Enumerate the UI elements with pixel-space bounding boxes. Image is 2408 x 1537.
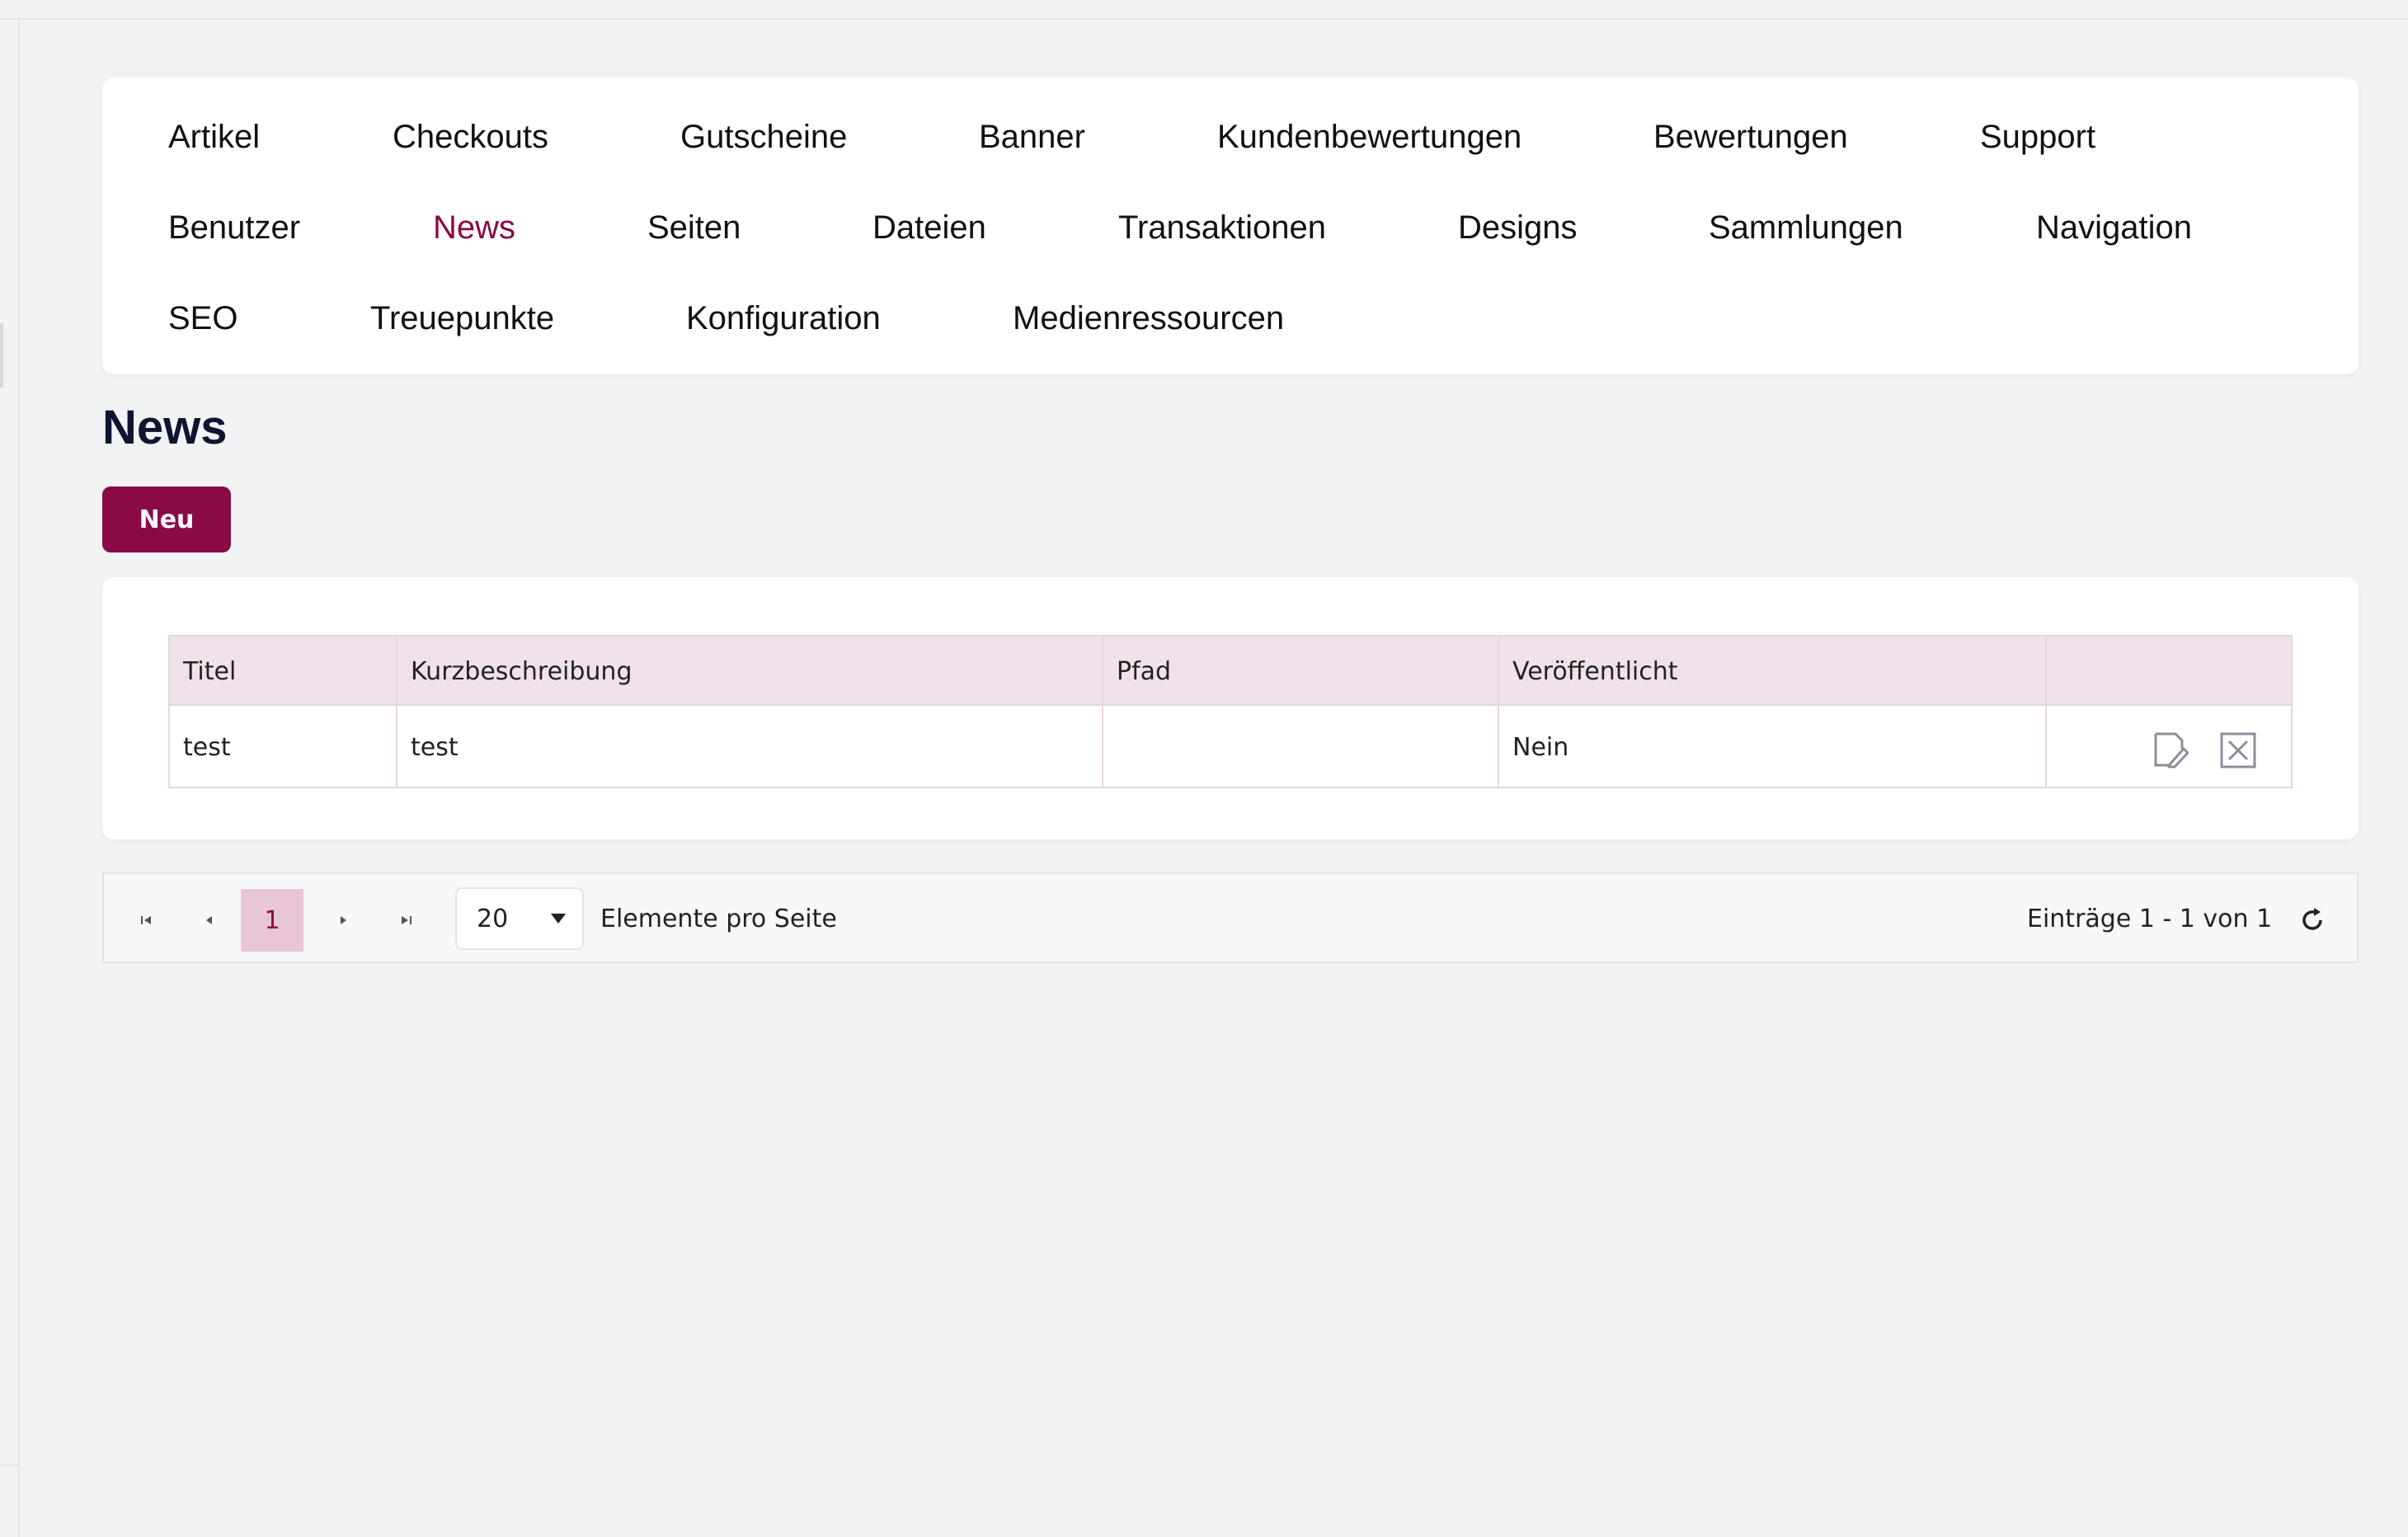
nav-item-news[interactable]: News	[433, 211, 515, 244]
new-news-button[interactable]: Neu	[102, 486, 231, 552]
nav-item-banner[interactable]: Banner	[979, 120, 1085, 153]
nav-item-transaktionen[interactable]: Transaktionen	[1118, 211, 1326, 244]
last-page-button[interactable]	[374, 889, 437, 952]
nav-item-seo[interactable]: SEO	[168, 302, 238, 335]
pagination-bar: 1 20 Elemente pro Seite Einträge 1 - 1 v…	[102, 872, 2359, 963]
previous-page-icon	[206, 916, 212, 924]
previous-page-button[interactable]	[178, 889, 241, 952]
column-divider	[396, 637, 397, 787]
column-divider	[2045, 637, 2047, 787]
nav-item-designs[interactable]: Designs	[1458, 211, 1578, 244]
edit-icon[interactable]	[2152, 731, 2189, 772]
nav-item-konfiguration[interactable]: Konfiguration	[686, 302, 881, 335]
nav-item-dateien[interactable]: Dateien	[872, 211, 986, 244]
cell-veroeffentlicht: Nein	[1512, 733, 1569, 762]
column-header-kurzbeschreibung[interactable]: Kurzbeschreibung	[411, 660, 633, 684]
next-page-icon	[341, 916, 346, 924]
column-divider	[1498, 637, 1499, 787]
nav-item-artikel[interactable]: Artikel	[168, 120, 260, 153]
nav-item-navigation[interactable]: Navigation	[2036, 211, 2192, 244]
top-bar	[0, 0, 2408, 20]
next-page-button[interactable]	[312, 889, 374, 952]
refresh-icon	[2302, 908, 2322, 930]
pager-summary: Einträge 1 - 1 von 1	[2027, 905, 2273, 933]
page-number-current[interactable]: 1	[241, 889, 303, 952]
chevron-down-icon	[551, 914, 566, 924]
left-sidebar-rail	[0, 20, 20, 1537]
cell-titel: test	[183, 733, 231, 762]
nav-item-sammlungen[interactable]: Sammlungen	[1709, 211, 1903, 244]
nav-item-checkouts[interactable]: Checkouts	[393, 120, 548, 153]
nav-item-treuepunkte[interactable]: Treuepunkte	[370, 302, 554, 335]
nav-item-seiten[interactable]: Seiten	[647, 211, 741, 244]
page-size-label: Elemente pro Seite	[600, 905, 837, 933]
delete-icon[interactable]	[2220, 732, 2256, 772]
column-divider	[1102, 637, 1103, 787]
page-size-select[interactable]: 20	[455, 887, 584, 950]
page-title: News	[102, 401, 228, 454]
first-page-icon	[141, 916, 151, 924]
nav-item-gutscheine[interactable]: Gutscheine	[680, 120, 847, 153]
nav-item-bewertungen[interactable]: Bewertungen	[1653, 120, 1848, 153]
nav-item-kundenbewertungen[interactable]: Kundenbewertungen	[1217, 120, 1521, 153]
column-header-pfad[interactable]: Pfad	[1117, 660, 1171, 684]
column-header-veroeffentlicht[interactable]: Veröffentlicht	[1512, 660, 1678, 684]
news-table: Titel Kurzbeschreibung Pfad Veröffentlic…	[168, 635, 2293, 788]
sidebar-handle[interactable]	[0, 323, 3, 388]
refresh-button[interactable]	[2281, 889, 2344, 952]
sidebar-divider	[0, 1464, 18, 1466]
last-page-icon	[402, 916, 412, 924]
nav-item-support[interactable]: Support	[1980, 120, 2095, 153]
nav-item-medienressourcen[interactable]: Medienressourcen	[1013, 302, 1284, 335]
column-header-titel[interactable]: Titel	[183, 660, 236, 684]
nav-item-benutzer[interactable]: Benutzer	[168, 211, 300, 244]
page-size-value: 20	[477, 905, 509, 933]
cell-kurzbeschreibung: test	[411, 733, 459, 762]
first-page-button[interactable]	[115, 889, 178, 952]
